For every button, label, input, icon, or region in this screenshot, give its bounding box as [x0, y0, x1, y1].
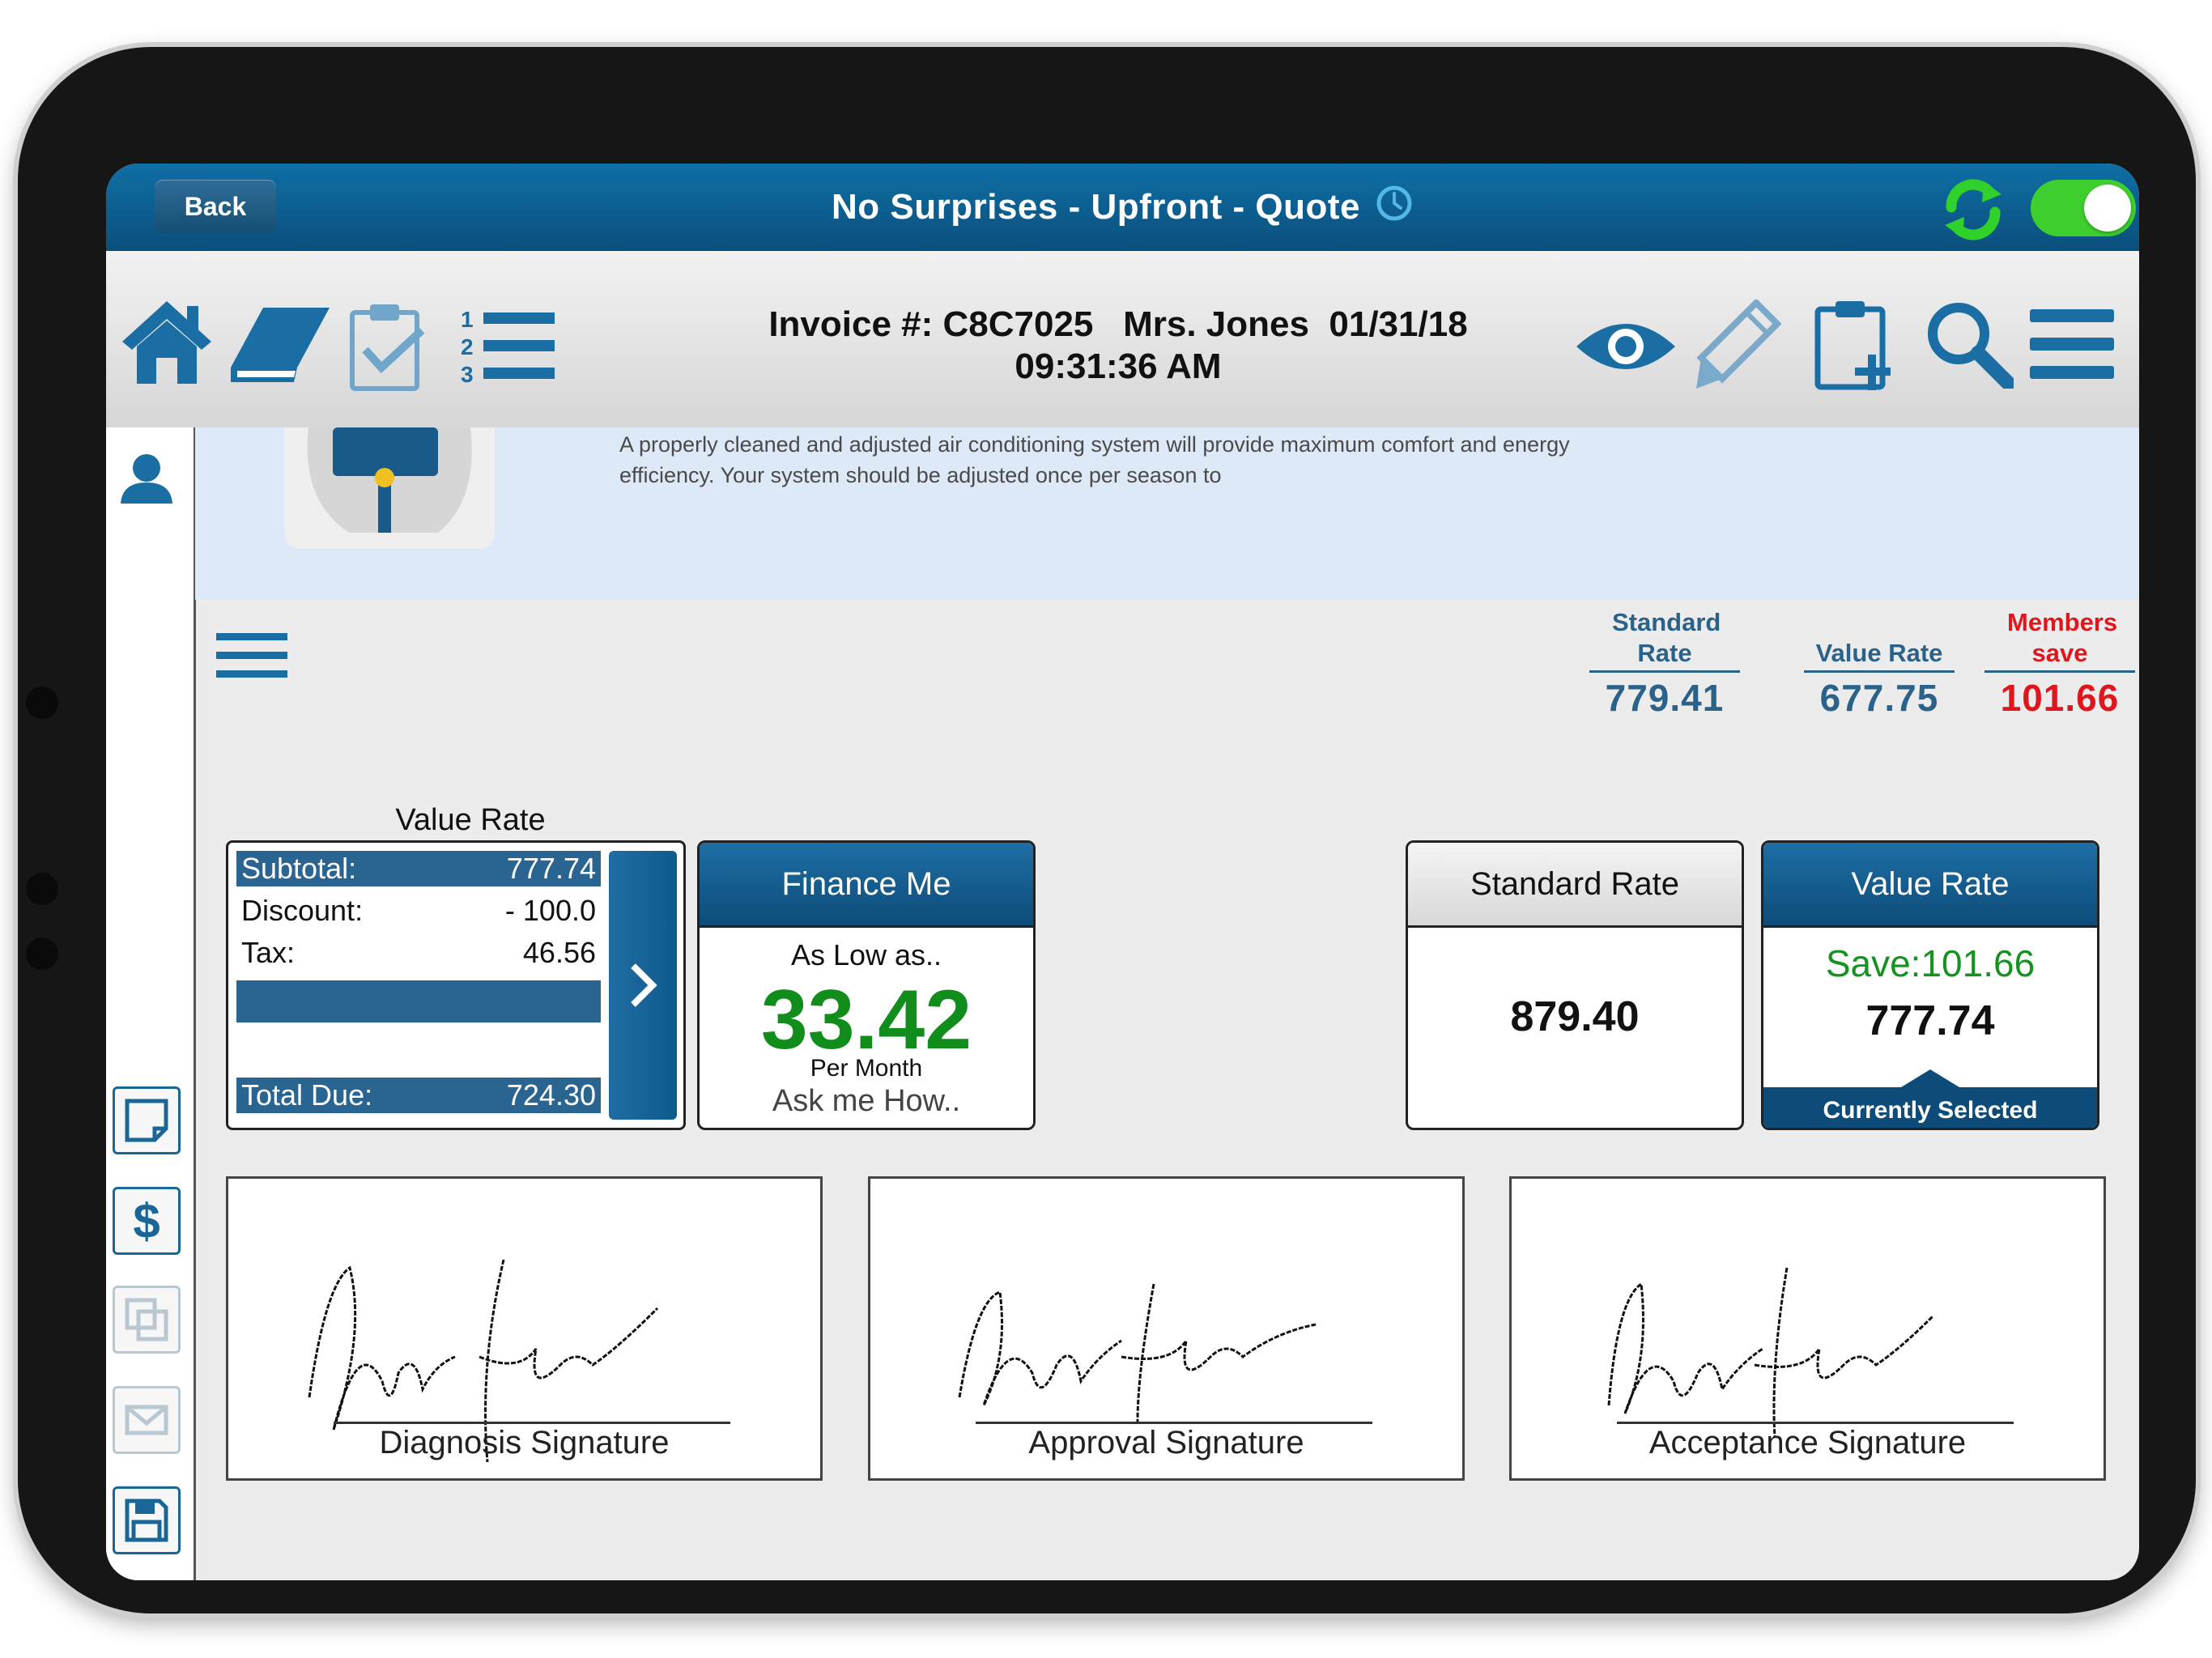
- approval-signature-label: Approval Signature: [1028, 1425, 1304, 1460]
- online-toggle[interactable]: [2031, 180, 2136, 236]
- diagnosis-signature-label: Diagnosis Signature: [379, 1425, 670, 1460]
- page-title: No Surprises - Upfront - Quote: [106, 164, 2139, 251]
- approval-signature-box[interactable]: Approval Signature: [868, 1176, 1465, 1481]
- finance-ask: Ask me How..: [772, 1084, 961, 1118]
- service-description: A properly cleaned and adjusted air cond…: [195, 427, 2139, 600]
- save-button[interactable]: [113, 1486, 181, 1554]
- signature-line: [334, 1422, 730, 1424]
- standard-rate-value: 779.41: [1605, 677, 1725, 719]
- discount-label: Discount:: [241, 894, 364, 927]
- service-description-text: A properly cleaned and adjusted air cond…: [619, 432, 1570, 487]
- finance-card[interactable]: Finance Me As Low as.. 33.42 Per Month A…: [697, 840, 1036, 1130]
- svg-text:2: 2: [461, 334, 474, 359]
- value-rate-value: 677.75: [1819, 677, 1939, 719]
- note-icon: [125, 1099, 168, 1142]
- page-title-text: No Surprises - Upfront - Quote: [832, 187, 1360, 227]
- side-button: [26, 937, 58, 970]
- service-image: [284, 427, 495, 549]
- tax-value: 46.56: [522, 936, 596, 969]
- acceptance-signature-label: Acceptance Signature: [1648, 1425, 1967, 1460]
- list-menu-icon[interactable]: [216, 633, 287, 682]
- members-save-summary: Members save 101.66: [1984, 607, 2135, 720]
- discount-value: - 100.0: [504, 894, 596, 927]
- members-save-label: Members save: [2007, 608, 2118, 667]
- book-icon[interactable]: [228, 304, 333, 389]
- signature-line: [976, 1422, 1372, 1424]
- title-bar: No Surprises - Upfront - Quote Back: [106, 164, 2139, 251]
- value-rate-save: Save:101.66: [1825, 942, 2035, 984]
- pencil-icon[interactable]: [1693, 298, 1782, 397]
- value-rate-card-value: 777.74: [1865, 997, 1995, 1044]
- tablet-frame: No Surprises - Upfront - Quote Back 1 2 …: [18, 47, 2196, 1613]
- eye-icon[interactable]: [1573, 314, 1678, 383]
- total-due-row: Total Due: 724.30: [236, 1078, 601, 1113]
- dollar-icon: $: [133, 1193, 160, 1248]
- subtotal-row: Subtotal: 777.74: [236, 851, 601, 886]
- standard-rate-summary: Standard Rate 779.41: [1589, 607, 1740, 720]
- mail-icon: [125, 1405, 168, 1435]
- expand-totals-button[interactable]: [609, 851, 677, 1120]
- invoice-time: 09:31:36 AM: [1015, 346, 1222, 386]
- members-save-value: 101.66: [2000, 677, 2120, 719]
- divider: [1589, 670, 1740, 673]
- standard-rate-card-title: Standard Rate: [1408, 843, 1742, 928]
- summary-bar: [236, 980, 601, 1022]
- back-button-label: Back: [184, 191, 247, 221]
- save-icon: [125, 1499, 168, 1542]
- tax-row: Tax: 46.56: [236, 935, 601, 971]
- standard-rate-card-value: 879.40: [1510, 993, 1640, 1040]
- divider: [1984, 670, 2135, 673]
- finance-card-title: Finance Me: [700, 843, 1033, 928]
- user-icon[interactable]: [117, 452, 176, 509]
- numbered-list-icon[interactable]: 1 2 3: [459, 306, 556, 391]
- standard-rate-card[interactable]: Standard Rate 879.40: [1406, 840, 1744, 1130]
- finance-per-month: Per Month: [810, 1055, 923, 1082]
- note-button[interactable]: [113, 1086, 181, 1154]
- divider: [1804, 670, 1955, 673]
- sync-icon[interactable]: [1937, 173, 2010, 250]
- search-icon[interactable]: [1925, 300, 2016, 393]
- finance-as-low: As Low as..: [790, 938, 942, 971]
- clipboard-check-icon[interactable]: [347, 301, 428, 396]
- total-due-value: 724.30: [506, 1078, 596, 1112]
- standard-rate-label: Standard Rate: [1612, 608, 1721, 667]
- clipboard-add-icon[interactable]: [1813, 298, 1902, 396]
- chevron-right-icon: [631, 963, 657, 1007]
- discount-row: Discount: - 100.0: [236, 893, 601, 929]
- invoice-header: Invoice #: C8C7025 Mrs. Jones 01/31/18: [768, 304, 1468, 344]
- back-button[interactable]: Back: [155, 180, 276, 233]
- toggle-knob: [2084, 185, 2131, 232]
- toolbar: 1 2 3 Invoice #: C8C7025 Mrs. Jones 01/3…: [106, 251, 2139, 429]
- copy-icon: [125, 1298, 168, 1341]
- clock-icon[interactable]: [1375, 184, 1414, 232]
- home-icon[interactable]: [119, 298, 215, 391]
- app-screen: No Surprises - Upfront - Quote Back 1 2 …: [106, 164, 2139, 1580]
- payment-button[interactable]: $: [113, 1187, 181, 1255]
- currently-selected-label: Currently Selected: [1823, 1097, 2038, 1124]
- email-button[interactable]: [113, 1386, 181, 1454]
- svg-text:1: 1: [461, 307, 474, 332]
- total-due-label: Total Due:: [241, 1078, 373, 1112]
- acceptance-signature-box[interactable]: Acceptance Signature: [1509, 1176, 2106, 1481]
- subtotal-value: 777.74: [506, 852, 596, 885]
- menu-icon[interactable]: [2030, 309, 2114, 383]
- copy-button[interactable]: [113, 1286, 181, 1354]
- value-rate-card-title: Value Rate: [1763, 843, 2097, 928]
- side-button: [26, 873, 58, 905]
- signature-line: [1617, 1422, 2014, 1424]
- value-rate-label: Value Rate: [1815, 639, 1943, 667]
- camera-dot: [26, 687, 58, 719]
- tax-label: Tax:: [241, 936, 296, 969]
- subtotal-label: Subtotal:: [241, 852, 357, 885]
- left-rail: $: [106, 427, 196, 1580]
- value-rate-card[interactable]: Value Rate Save:101.66 777.74 Currently …: [1761, 840, 2099, 1130]
- totals-panel: Subtotal: 777.74 Discount: - 100.0 Tax: …: [226, 840, 686, 1130]
- value-rate-summary: Value Rate 677.75: [1804, 638, 1955, 720]
- summary-caption: Value Rate: [395, 803, 546, 837]
- svg-text:3: 3: [461, 362, 474, 387]
- diagnosis-signature-box[interactable]: Diagnosis Signature: [226, 1176, 823, 1481]
